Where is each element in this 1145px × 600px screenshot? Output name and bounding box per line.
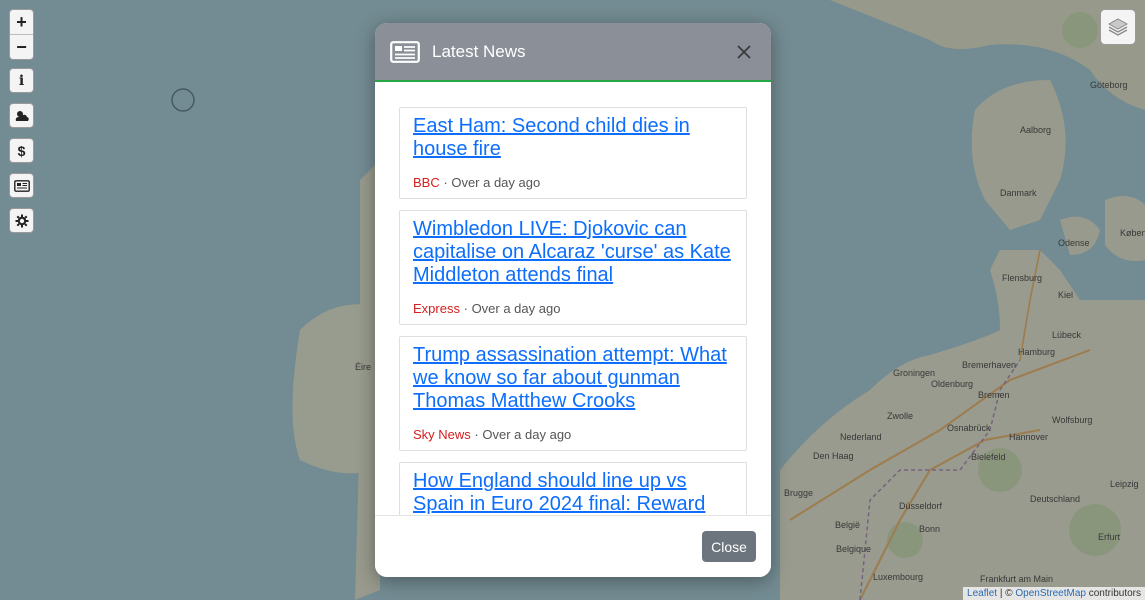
dollar-icon: $ — [17, 142, 26, 159]
settings-button[interactable] — [9, 208, 34, 233]
news-headline-link[interactable]: How England should line up vs Spain in E… — [413, 470, 733, 516]
weather-button[interactable] — [9, 103, 34, 128]
close-button[interactable]: Close — [702, 531, 756, 562]
info-icon: i — [18, 72, 25, 89]
meta-separator: · — [474, 427, 479, 442]
osm-link[interactable]: OpenStreetMap — [1015, 588, 1086, 599]
news-headline-link[interactable]: Trump assassination attempt: What we kno… — [413, 344, 733, 413]
zoom-in-button[interactable]: + — [10, 10, 33, 34]
news-source: Express — [413, 301, 460, 316]
weather-icon — [15, 110, 29, 121]
news-source: Sky News — [413, 427, 471, 442]
info-button[interactable]: i — [9, 68, 34, 93]
modal-footer: Close — [375, 515, 771, 577]
news-time: Over a day ago — [451, 175, 541, 190]
news-modal: Latest News East Ham: Second child dies … — [375, 23, 771, 577]
news-card: East Ham: Second child dies in house fir… — [399, 107, 747, 199]
attribution-separator: | © — [999, 588, 1013, 599]
zoom-out-button[interactable]: − — [10, 34, 33, 59]
news-meta: Express · Over a day ago — [413, 301, 733, 316]
news-source: BBC — [413, 175, 440, 190]
news-card: Trump assassination attempt: What we kno… — [399, 336, 747, 451]
news-meta: Sky News · Over a day ago — [413, 427, 733, 442]
news-card: Wimbledon LIVE: Djokovic can capitalise … — [399, 210, 747, 325]
news-list[interactable]: East Ham: Second child dies in house fir… — [375, 82, 771, 516]
meta-separator: · — [443, 175, 448, 190]
modal-title: Latest News — [432, 41, 526, 61]
leaflet-link[interactable]: Leaflet — [967, 588, 997, 599]
news-button[interactable] — [9, 173, 34, 198]
meta-separator: · — [463, 301, 468, 316]
layers-button[interactable] — [1100, 9, 1136, 45]
news-time: Over a day ago — [482, 427, 572, 442]
newspaper-icon — [13, 179, 30, 192]
news-headline-link[interactable]: East Ham: Second child dies in house fir… — [413, 115, 733, 161]
zoom-control: + − — [9, 9, 34, 60]
news-time: Over a day ago — [471, 301, 561, 316]
modal-header: Latest News — [375, 23, 771, 82]
close-icon[interactable] — [732, 40, 756, 64]
news-meta: BBC · Over a day ago — [413, 175, 733, 190]
news-card: How England should line up vs Spain in E… — [399, 462, 747, 516]
layers-icon — [1107, 18, 1129, 36]
attribution-suffix: contributors — [1088, 588, 1141, 599]
newspaper-icon — [390, 40, 420, 63]
map-attribution: Leaflet | © OpenStreetMap contributors — [963, 587, 1145, 600]
news-headline-link[interactable]: Wimbledon LIVE: Djokovic can capitalise … — [413, 218, 733, 287]
settings-icon — [15, 214, 28, 227]
currency-button[interactable]: $ — [9, 138, 34, 163]
